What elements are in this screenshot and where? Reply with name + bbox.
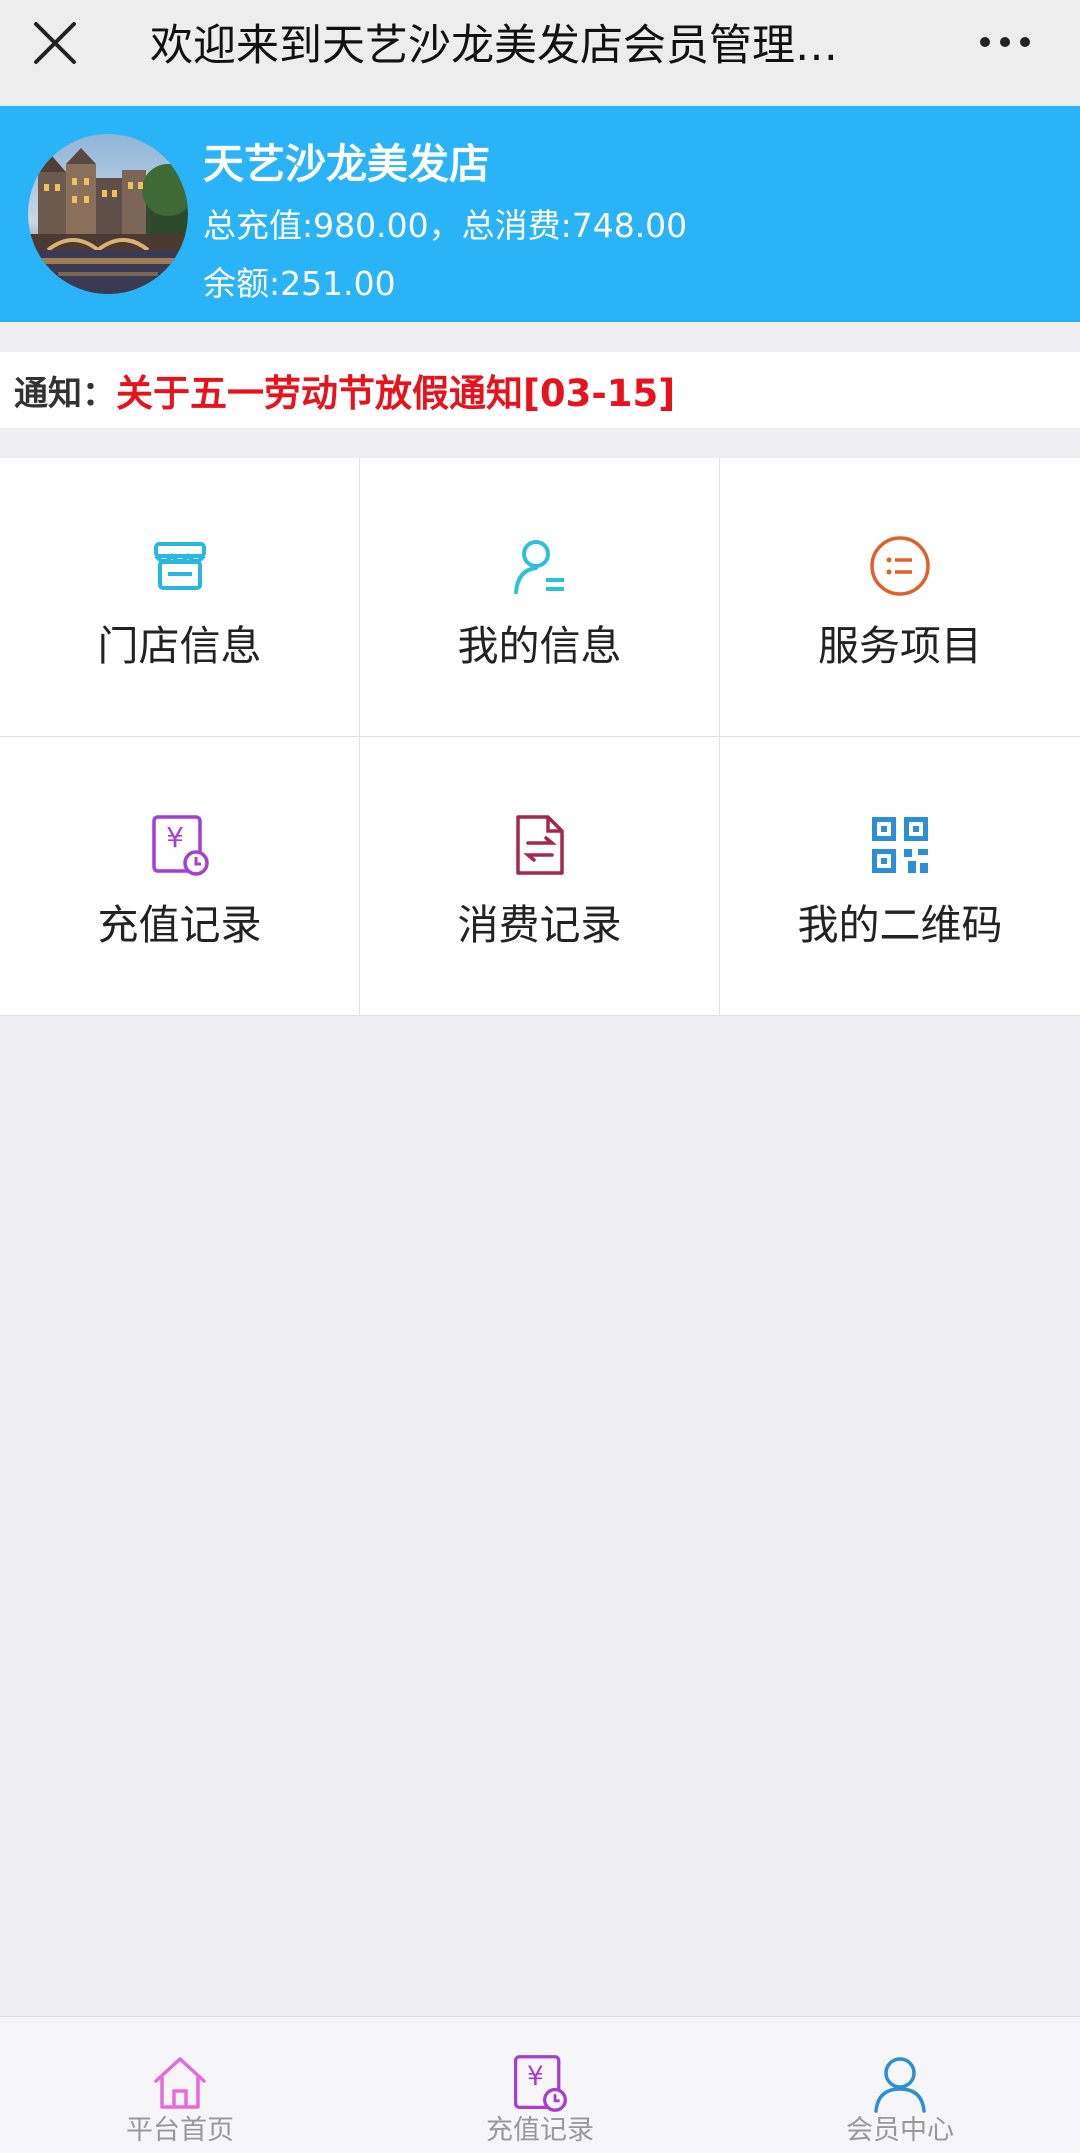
balance-text: 余额:251.00 bbox=[203, 264, 396, 303]
home-icon bbox=[154, 2057, 206, 2109]
store-icon bbox=[154, 542, 206, 590]
member-icon bbox=[874, 2057, 926, 2113]
tab-recharge-record[interactable]: ¥ 充值记录 bbox=[440, 2017, 640, 2153]
qrcode-icon bbox=[872, 817, 928, 873]
recharge-icon: ¥ bbox=[513, 2055, 567, 2112]
grid-item-label: 我的信息 bbox=[457, 622, 622, 670]
shop-avatar bbox=[28, 134, 188, 294]
grid-item-consume-record[interactable]: 消费记录 bbox=[360, 737, 720, 1016]
notice-link[interactable]: 关于五一劳动节放假通知[03-15] bbox=[116, 363, 675, 417]
tab-home[interactable]: 平台首页 bbox=[80, 2017, 280, 2153]
page-title: 欢迎来到天艺沙龙美发店会员管理… bbox=[150, 21, 838, 71]
user-info-icon bbox=[514, 540, 564, 594]
recharge-consume-summary: 总充值:980.00，总消费:748.00 bbox=[203, 206, 688, 245]
grid-item-label: 门店信息 bbox=[97, 622, 262, 670]
tab-member-center[interactable]: 会员中心 bbox=[800, 2017, 1000, 2153]
top-nav-bar: 欢迎来到天艺沙龙美发店会员管理… bbox=[0, 0, 1080, 106]
svg-text:¥: ¥ bbox=[527, 2062, 544, 2092]
grid-item-qrcode[interactable]: 我的二维码 bbox=[720, 737, 1080, 1016]
member-header: 天艺沙龙美发店 总充值:980.00，总消费:748.00 余额:251.00 bbox=[0, 106, 1080, 322]
grid-item-services[interactable]: 服务项目 bbox=[720, 458, 1080, 737]
more-icon[interactable] bbox=[975, 22, 1035, 62]
notice-label: 通知： bbox=[14, 373, 116, 414]
function-grid: 门店信息 我的信息 服务项目 ¥ 充值记录 消费记录 我的二维码 bbox=[0, 458, 1080, 1016]
svg-text:¥: ¥ bbox=[166, 821, 184, 854]
grid-item-label: 充值记录 bbox=[97, 901, 262, 949]
shop-name: 天艺沙龙美发店 bbox=[203, 140, 490, 188]
service-list-icon bbox=[870, 536, 930, 596]
tab-label: 会员中心 bbox=[846, 2115, 954, 2146]
grid-item-label: 我的二维码 bbox=[797, 901, 1003, 949]
recharge-record-icon: ¥ bbox=[152, 815, 209, 876]
grid-item-label: 服务项目 bbox=[818, 622, 982, 670]
grid-item-label: 消费记录 bbox=[457, 901, 622, 949]
tab-label: 充值记录 bbox=[486, 2115, 594, 2146]
grid-item-store-info[interactable]: 门店信息 bbox=[0, 458, 360, 737]
close-icon[interactable] bbox=[30, 18, 80, 68]
grid-item-my-info[interactable]: 我的信息 bbox=[360, 458, 720, 737]
tab-label: 平台首页 bbox=[126, 2115, 234, 2146]
grid-item-recharge-record[interactable]: ¥ 充值记录 bbox=[0, 737, 360, 1016]
notice-bar[interactable]: 通知： 关于五一劳动节放假通知[03-15] bbox=[0, 352, 1080, 428]
consume-record-icon bbox=[516, 815, 564, 875]
bottom-tab-bar: 平台首页 ¥ 充值记录 会员中心 bbox=[0, 2016, 1080, 2153]
